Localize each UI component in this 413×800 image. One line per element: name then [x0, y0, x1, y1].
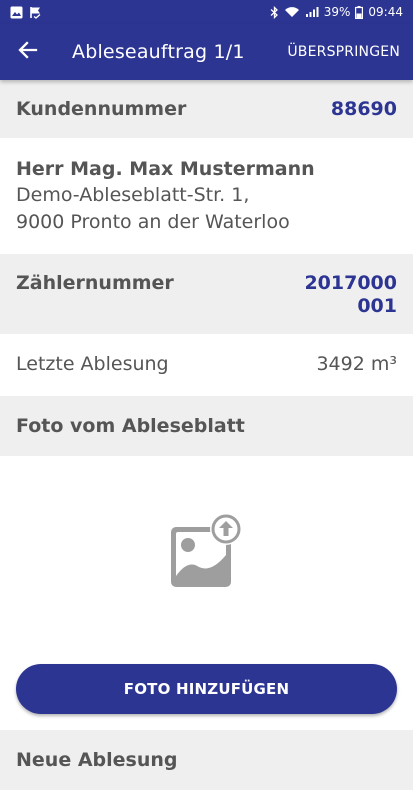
- photo-placeholder-area: [0, 456, 413, 652]
- status-right: 39% 09:44: [270, 5, 403, 19]
- meter-number-label: Zählernummer: [16, 272, 174, 294]
- customer-number-value: 88690: [330, 98, 397, 120]
- skip-button[interactable]: ÜBERSPRINGEN: [287, 44, 413, 60]
- status-left: [10, 6, 42, 19]
- photo-section-label: Foto vom Ableseblatt: [16, 415, 245, 437]
- address-city: 9000 Pronto an der Waterloo: [16, 211, 290, 233]
- back-button[interactable]: [0, 24, 56, 80]
- last-reading-label: Letzte Ablesung: [16, 353, 169, 375]
- image-icon: [10, 6, 23, 19]
- meter-number-row: Zählernummer 2017000 001: [0, 254, 413, 334]
- add-photo-button[interactable]: FOTO HINZUFÜGEN: [16, 664, 397, 714]
- customer-name: Herr Mag. Max Mustermann: [16, 158, 315, 180]
- last-reading-value: 3492 m³: [316, 353, 397, 375]
- customer-address: Herr Mag. Max Mustermann Demo-Ableseblat…: [0, 138, 413, 254]
- meter-number-line1: 2017000: [304, 272, 397, 294]
- signal-icon: [305, 6, 319, 18]
- customer-number-row: Kundennummer 88690: [0, 80, 413, 138]
- battery-text: 39%: [323, 5, 351, 19]
- address-street: Demo-Ableseblatt-Str. 1,: [16, 184, 250, 206]
- new-reading-label: Neue Ablesung: [16, 749, 178, 771]
- battery-icon: [355, 5, 364, 19]
- arrow-back-icon: [18, 40, 38, 64]
- page-title: Ableseauftrag 1/1: [72, 41, 245, 63]
- new-reading-header: Neue Ablesung: [0, 730, 413, 790]
- image-upload-icon: [166, 511, 248, 597]
- meter-number-line2: 001: [357, 295, 397, 317]
- last-reading-row: Letzte Ablesung 3492 m³: [0, 334, 413, 394]
- flag-check-icon: [29, 6, 42, 19]
- app-bar: Ableseauftrag 1/1 ÜBERSPRINGEN: [0, 24, 413, 80]
- bluetooth-icon: [270, 5, 279, 19]
- customer-number-label: Kundennummer: [16, 98, 187, 120]
- wifi-icon: [284, 6, 300, 18]
- meter-number-value: 2017000 001: [287, 272, 397, 334]
- status-bar: 39% 09:44: [0, 0, 413, 24]
- photo-section-header: Foto vom Ableseblatt: [0, 396, 413, 456]
- clock: 09:44: [368, 5, 403, 19]
